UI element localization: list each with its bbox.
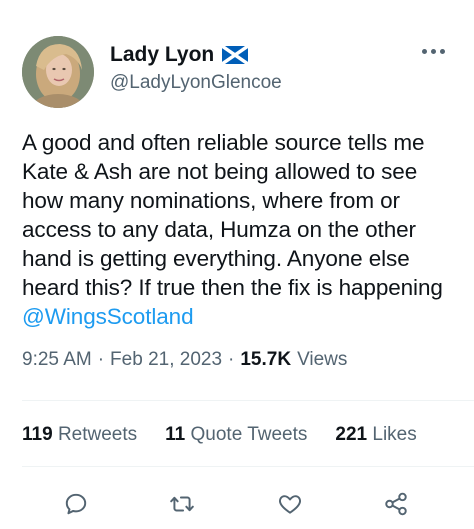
tweet-date[interactable]: Feb 21, 2023 (110, 349, 222, 371)
mention-link[interactable]: @WingsScotland (22, 304, 194, 329)
author-handle[interactable]: @LadyLyonGlencoe (110, 72, 282, 94)
more-dot (422, 48, 427, 54)
retweets-count: 119 (22, 424, 53, 445)
likes-stat[interactable]: 221 Likes (335, 424, 416, 446)
meta-separator: · (228, 349, 235, 370)
quote-tweets-stat[interactable]: 11 Quote Tweets (165, 424, 307, 446)
retweet-button[interactable] (164, 486, 200, 522)
avatar-image (22, 36, 94, 108)
more-dot (440, 48, 445, 54)
divider-top (22, 400, 474, 401)
tweet-time[interactable]: 9:25 AM (22, 349, 92, 371)
author-name-row[interactable]: Lady Lyon (110, 40, 249, 70)
more-options-icon[interactable] (422, 45, 448, 57)
heart-icon (279, 495, 301, 514)
share-icon (385, 492, 407, 516)
avatar[interactable] (22, 36, 94, 108)
quotes-label: Quote Tweets (190, 424, 308, 445)
share-button[interactable] (378, 486, 414, 522)
quotes-count: 11 (165, 424, 186, 445)
tweet-text: A good and often reliable source tells m… (22, 128, 462, 331)
likes-label: Likes (372, 424, 417, 445)
meta-separator: · (97, 349, 105, 370)
retweet-icon (170, 496, 194, 512)
reply-icon (65, 493, 87, 515)
display-name[interactable]: Lady Lyon (110, 43, 214, 67)
scotland-flag-icon (222, 46, 249, 64)
reply-button[interactable] (58, 486, 94, 522)
action-bar (0, 486, 474, 526)
retweets-stat[interactable]: 119 Retweets (22, 424, 137, 446)
tweet-meta: 9:25 AM · Feb 21, 2023 · 15.7K Views (22, 349, 347, 371)
engagement-stats: 119 Retweets 11 Quote Tweets 221 Likes (22, 424, 417, 446)
divider-bottom (22, 466, 474, 467)
tweet-body: A good and often reliable source tells m… (22, 130, 443, 300)
retweets-label: Retweets (57, 424, 138, 445)
more-dot (431, 48, 436, 54)
likes-count: 221 (335, 424, 368, 445)
like-button[interactable] (272, 486, 308, 522)
views-label: Views (297, 349, 348, 370)
views-count: 15.7K (240, 349, 292, 370)
